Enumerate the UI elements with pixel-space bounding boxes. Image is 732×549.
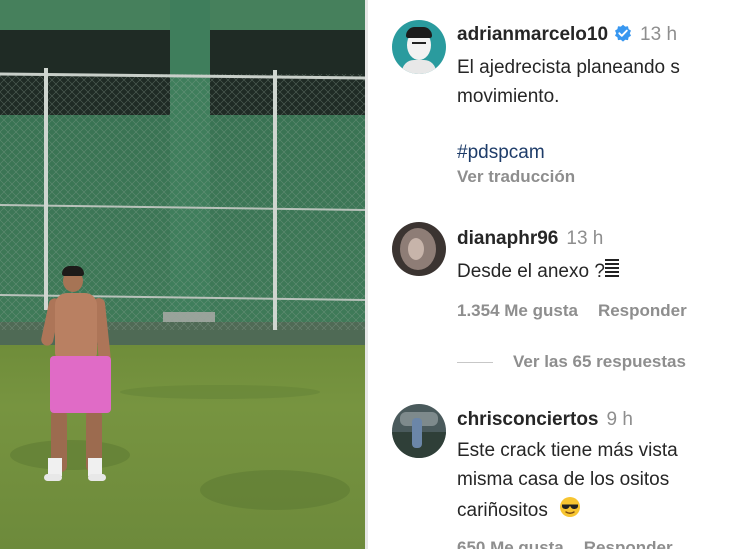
comment-text: Desde el anexo ? [457,258,619,286]
comment-likes[interactable]: 650 Me gusta [457,538,564,549]
view-replies-button[interactable]: Ver las 65 respuestas [513,352,686,372]
verified-badge-icon [614,24,632,42]
caption-line-1: El ajedrecista planeando s [457,57,680,78]
pink-shorts [50,356,111,413]
comment-likes[interactable]: 1.354 Me gusta [457,301,578,320]
comment-text-line-3-body: cariñositos [457,500,548,522]
grass-patch [10,440,130,470]
comment-header: chrisconciertos 9 h [457,407,633,433]
commenter-username[interactable]: dianaphr96 [457,228,558,249]
comment-header: dianaphr96 13 h [457,226,603,252]
comments-panel: adrianmarcelo10 13 h El ajedrecista plane… [368,0,732,549]
replies-divider [457,362,493,363]
comment-actions: 1.354 Me gusta Responder [457,301,687,321]
author-avatar[interactable] [392,20,446,74]
post-hashtag[interactable]: #pdspcam [457,140,545,166]
commenter-avatar[interactable] [392,404,446,458]
sunglasses-emoji-icon [559,496,581,526]
comment-text-line-3: cariñositos [457,496,581,526]
reply-button[interactable]: Responder [584,538,673,549]
reply-button[interactable]: Responder [598,301,687,320]
author-username[interactable]: adrianmarcelo10 [457,24,608,45]
grass-patch [120,385,320,399]
translate-link[interactable]: Ver traducción [457,167,575,187]
comment-text-body: Desde el anexo ? [457,261,605,283]
caption-line-2: movimiento. [457,86,560,107]
comment-text-line-2: misma casa de los ositos [457,469,670,490]
post-time: 13 h [640,24,678,45]
chain-link-fence [0,68,365,330]
comment-time: 9 h [606,409,633,430]
grass-patch [200,470,350,510]
comment-time: 13 h [566,228,604,249]
commenter-username[interactable]: chrisconciertos [457,409,599,430]
post-photo[interactable] [0,0,365,549]
comment-text-line-1: Este crack tiene más vista [457,440,678,461]
comment-actions: 650 Me gusta Responder [457,538,673,549]
ladder-emoji-icon [604,258,619,286]
commenter-avatar[interactable] [392,222,446,276]
post-header: adrianmarcelo10 13 h [457,22,677,48]
